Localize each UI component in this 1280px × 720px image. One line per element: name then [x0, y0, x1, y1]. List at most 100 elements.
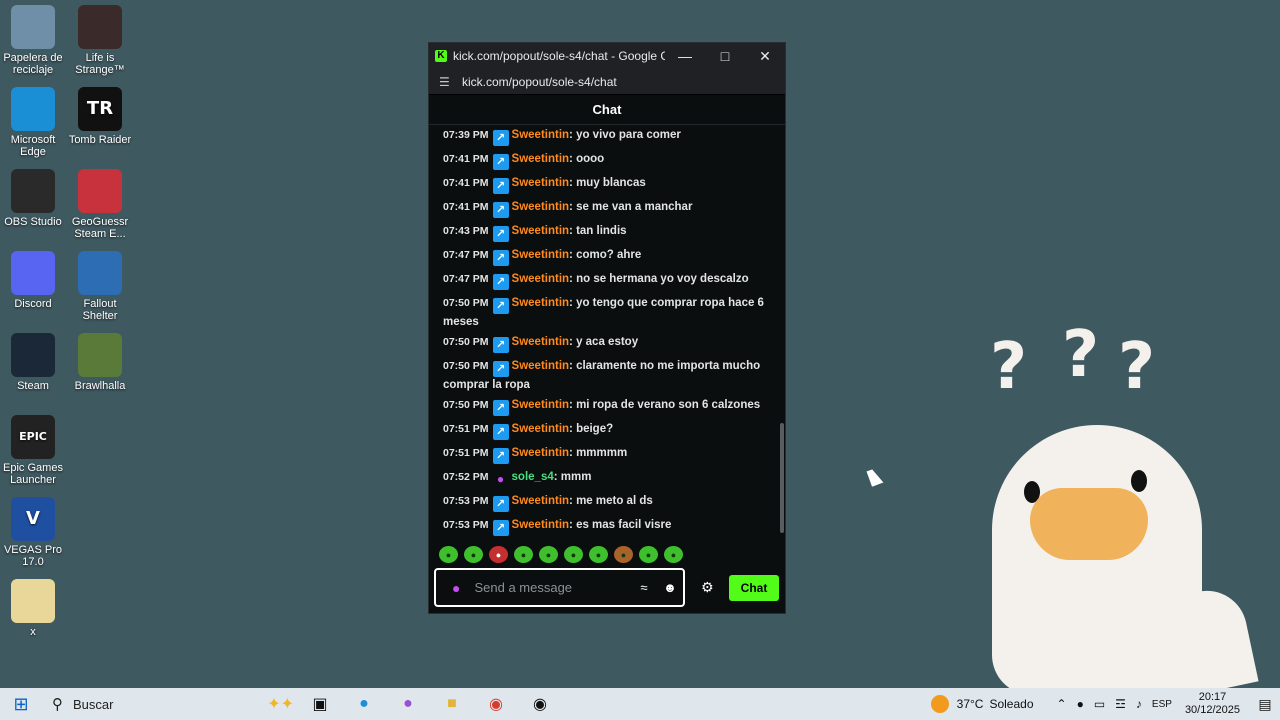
- edge-taskbar-icon[interactable]: ●: [342, 695, 386, 713]
- desktop-icon[interactable]: Steam: [0, 333, 66, 392]
- send-chat-button[interactable]: Chat: [729, 575, 779, 601]
- message-text: : yo vivo para comer: [569, 129, 681, 141]
- microphone-icon: ●: [452, 579, 461, 596]
- discord-icon: [11, 251, 55, 295]
- broadcaster-badge-icon: ●: [496, 472, 505, 486]
- minimize-icon[interactable]: —: [665, 43, 705, 69]
- emote-icon[interactable]: ●: [439, 546, 458, 563]
- volume-icon[interactable]: ♪: [1136, 697, 1142, 711]
- app-taskbar-icon[interactable]: ●: [386, 695, 430, 713]
- clock[interactable]: 20:17 30/12/2025: [1185, 691, 1240, 717]
- desktop-icon[interactable]: x: [0, 579, 66, 638]
- message-text: : muy blancas: [569, 177, 646, 189]
- message-username[interactable]: Sweetintin: [512, 495, 570, 507]
- gear-icon[interactable]: ⚙: [701, 579, 714, 596]
- kick-favicon-icon: K: [435, 50, 447, 62]
- message-text: : y aca estoy: [569, 336, 639, 348]
- message-username[interactable]: Sweetintin: [512, 297, 570, 309]
- desktop-icon[interactable]: V VEGAS Pro 17.0: [0, 497, 66, 568]
- chat-scrollbar[interactable]: [780, 423, 784, 533]
- chat-message: 07:50 PM ↗ Sweetintin: y aca estoy: [443, 334, 775, 353]
- emote-icon[interactable]: ●: [614, 546, 633, 563]
- recycle-bin-icon: [11, 5, 55, 49]
- subscriber-badge-icon: ↗: [492, 520, 509, 536]
- emote-icon[interactable]: ●: [514, 546, 533, 563]
- emote-icon[interactable]: ●: [489, 546, 508, 563]
- address-bar[interactable]: ☰ kick.com/popout/sole-s4/chat: [429, 69, 785, 95]
- windows-start-icon[interactable]: ⊞: [0, 694, 42, 715]
- chat-message: 07:41 PM ↗ Sweetintin: se me van a manchar: [443, 199, 775, 218]
- close-icon[interactable]: ✕: [745, 43, 785, 69]
- message-username[interactable]: Sweetintin: [512, 447, 570, 459]
- task-view-icon[interactable]: ▣: [298, 694, 342, 714]
- system-tray: 2 37°C Soleado ⌃ ● ▭ ☲ ♪ ESP 20:17 30/12…: [930, 688, 1280, 720]
- site-settings-icon[interactable]: ☰: [439, 75, 453, 89]
- desktop-icon[interactable]: OBS Studio: [0, 169, 66, 228]
- message-username[interactable]: Sweetintin: [512, 129, 570, 141]
- message-username[interactable]: Sweetintin: [512, 423, 570, 435]
- desktop-icon-label: VEGAS Pro 17.0: [3, 544, 63, 568]
- message-username[interactable]: Sweetintin: [512, 177, 570, 189]
- subscriber-badge-icon: ↗: [492, 337, 509, 353]
- message-timestamp: 07:41 PM: [443, 201, 489, 213]
- message-username[interactable]: Sweetintin: [512, 225, 570, 237]
- desktop-icon[interactable]: TR Tomb Raider: [67, 87, 133, 146]
- duck-wallpaper: [992, 425, 1202, 695]
- desktop-icon[interactable]: Microsoft Edge: [0, 87, 66, 158]
- message-text: : beige?: [569, 423, 614, 435]
- notification-icon[interactable]: ▤: [1250, 696, 1280, 713]
- message-username[interactable]: Sweetintin: [512, 360, 570, 372]
- message-username[interactable]: Sweetintin: [512, 336, 570, 348]
- language-indicator[interactable]: ESP: [1152, 699, 1172, 710]
- message-timestamp: 07:53 PM: [443, 495, 489, 507]
- subscriber-badge-icon: ↗: [492, 496, 509, 512]
- chat-message: 07:47 PM ↗ Sweetintin: no se hermana yo vo…: [443, 271, 775, 290]
- desktop-icon[interactable]: Papelera de reciclaje: [0, 5, 66, 76]
- message-username[interactable]: Sweetintin: [512, 399, 570, 411]
- weather-widget[interactable]: 2 37°C Soleado: [930, 695, 1034, 713]
- desktop-icon[interactable]: GeoGuessr Steam E...: [67, 169, 133, 240]
- emoji-icon[interactable]: ☻: [657, 580, 683, 595]
- desktop-icon-label: Brawlhalla: [74, 380, 126, 392]
- maximize-icon[interactable]: □: [705, 43, 745, 69]
- desktop-icon[interactable]: Life is Strange™: [67, 5, 133, 76]
- message-username[interactable]: Sweetintin: [512, 201, 570, 213]
- message-timestamp: 07:52 PM: [443, 471, 489, 483]
- folder-icon: [11, 579, 55, 623]
- chat-message: 07:47 PM ↗ Sweetintin: como? ahre: [443, 247, 775, 266]
- emote-icon[interactable]: ●: [539, 546, 558, 563]
- emote-icon[interactable]: ●: [564, 546, 583, 563]
- message-username[interactable]: Sweetintin: [512, 153, 570, 165]
- window-titlebar[interactable]: K kick.com/popout/sole-s4/chat - Google …: [429, 43, 785, 69]
- taskbar-search[interactable]: ⚲ Buscar ✦✦: [42, 688, 298, 720]
- chrome-taskbar-icon[interactable]: ◉: [474, 694, 518, 714]
- subscriber-badge-icon: ↗: [492, 178, 509, 194]
- vegas-pro-icon: V: [11, 497, 55, 541]
- microphone-tray-icon[interactable]: ●: [1077, 697, 1084, 711]
- command-icon[interactable]: ≈: [631, 580, 657, 595]
- message-username[interactable]: Sweetintin: [512, 519, 570, 531]
- desktop-icon[interactable]: EPIC Epic Games Launcher: [0, 415, 66, 486]
- sun-icon: [930, 695, 949, 713]
- display-icon[interactable]: ▭: [1094, 697, 1105, 711]
- message-username[interactable]: Sweetintin: [512, 249, 570, 261]
- message-username[interactable]: Sweetintin: [512, 273, 570, 285]
- chevron-up-icon[interactable]: ⌃: [1057, 697, 1067, 711]
- message-text: : claramente no me importa mucho comprar…: [443, 360, 761, 391]
- network-icon[interactable]: ☲: [1115, 697, 1126, 711]
- message-text: : me meto al ds: [569, 495, 653, 507]
- desktop-icon-label: Papelera de reciclaje: [3, 52, 63, 76]
- emote-icon[interactable]: ●: [464, 546, 483, 563]
- message-username[interactable]: sole_s4: [512, 471, 554, 483]
- emote-icon[interactable]: ●: [589, 546, 608, 563]
- desktop-icon[interactable]: Discord: [0, 251, 66, 310]
- subscriber-badge-icon: ↗: [492, 274, 509, 290]
- desktop-icon[interactable]: Fallout Shelter: [67, 251, 133, 322]
- emote-icon[interactable]: ●: [639, 546, 658, 563]
- desktop-icon-label: GeoGuessr Steam E...: [71, 216, 129, 240]
- obs-taskbar-icon[interactable]: ◉: [518, 694, 562, 714]
- emote-icon[interactable]: ●: [664, 546, 683, 563]
- file-explorer-icon[interactable]: ■: [430, 695, 474, 713]
- desktop-icon[interactable]: Brawlhalla: [67, 333, 133, 392]
- chat-message-input[interactable]: ● Send a message ≈ ☻: [434, 568, 685, 607]
